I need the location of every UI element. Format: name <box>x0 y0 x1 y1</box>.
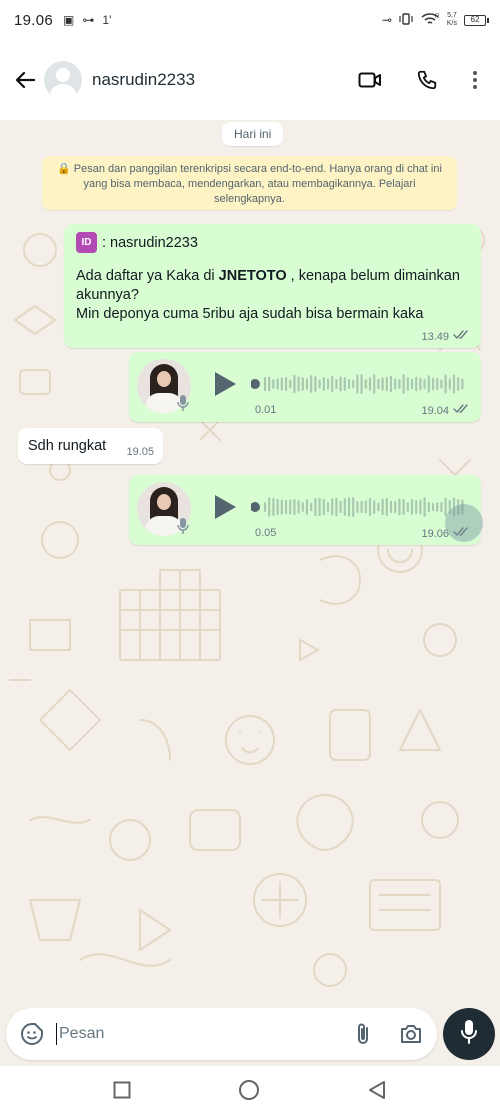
sender-name: : nasrudin2233 <box>102 234 198 251</box>
home-icon[interactable] <box>238 1079 260 1106</box>
status-time: 19.06 <box>14 11 54 29</box>
outgoing-voice-message[interactable]: 0.05 19.06 <box>129 475 483 545</box>
message-time: 19.06 <box>421 527 449 540</box>
message-body: Sdh rungkat <box>28 438 107 454</box>
read-ticks-icon <box>453 404 471 417</box>
mic-small-icon <box>177 394 189 417</box>
roaming-label: R <box>435 14 440 20</box>
sender-line: ID : nasrudin2233 <box>76 232 469 253</box>
message-time: 19.04 <box>421 404 449 417</box>
sim-indicator-icon: 1' <box>102 13 112 27</box>
system-navigation-bar <box>0 1066 500 1119</box>
vibrate-icon <box>399 12 413 28</box>
encryption-notice[interactable]: 🔒 Pesan dan panggilan terenkripsi secara… <box>42 156 457 210</box>
back-arrow-icon[interactable] <box>12 67 38 93</box>
message-input[interactable] <box>56 1023 347 1045</box>
more-vertical-icon[interactable] <box>472 70 478 90</box>
recent-apps-icon[interactable] <box>113 1081 131 1104</box>
date-separator: Hari ini <box>222 122 284 146</box>
key-icon: ⊸ <box>381 13 392 27</box>
contact-avatar[interactable] <box>44 61 82 99</box>
voice-waveform[interactable] <box>251 372 466 396</box>
status-bar: 19.06 ▣ ⊶ 1' ⊸ R 5,7 K/s 62 <box>0 0 500 40</box>
video-call-icon[interactable] <box>358 71 382 89</box>
read-ticks-icon <box>453 330 471 343</box>
chat-area[interactable]: Hari ini 🔒 Pesan dan panggilan terenkrip… <box>0 120 500 1005</box>
bold-brand: JNETOTO <box>218 268 287 284</box>
voice-duration: 0.05 <box>255 527 277 539</box>
network-speed: 5,7 K/s <box>446 12 457 27</box>
voice-call-icon[interactable] <box>416 69 438 91</box>
contact-name[interactable]: nasrudin2233 <box>92 70 195 90</box>
outgoing-voice-message[interactable]: 0.01 19.04 <box>129 352 481 422</box>
play-icon[interactable] <box>213 494 237 525</box>
message-composer <box>6 1008 437 1060</box>
voice-record-button[interactable] <box>443 1008 495 1060</box>
back-nav-icon[interactable] <box>367 1080 387 1105</box>
camera-icon[interactable] <box>399 1023 423 1045</box>
message-time: 19.05 <box>126 446 154 458</box>
message-time: 13.49 <box>421 330 449 343</box>
message-body: Ada daftar ya Kaka di JNETOTO , kenapa b… <box>76 268 460 322</box>
message-meta: 13.49 <box>421 330 471 343</box>
attachment-icon[interactable] <box>355 1022 371 1046</box>
game-controller-icon: ⊶ <box>82 13 95 27</box>
status-right-icons: ⊸ R 5,7 K/s 62 <box>381 12 489 29</box>
voice-waveform[interactable] <box>251 495 466 519</box>
incoming-text-message[interactable]: Sdh rungkat 19.05 <box>18 428 163 464</box>
voice-duration: 0.01 <box>255 404 277 416</box>
touch-ripple <box>445 504 483 542</box>
chat-header: nasrudin2233 <box>0 40 500 120</box>
battery-icon: 62 <box>464 14 489 26</box>
play-icon[interactable] <box>213 371 237 402</box>
message-meta: 19.04 <box>421 404 471 417</box>
id-emoji-badge: ID <box>76 232 97 253</box>
notification-icon: ▣ <box>63 13 75 27</box>
outgoing-text-message[interactable]: ID : nasrudin2233 Ada daftar ya Kaka di … <box>64 224 481 348</box>
microphone-icon <box>460 1019 478 1050</box>
wifi-icon: R <box>420 12 440 29</box>
status-left-icons: ▣ ⊶ 1' <box>63 13 111 27</box>
mic-small-icon <box>177 517 189 540</box>
sticker-icon[interactable] <box>20 1022 44 1046</box>
